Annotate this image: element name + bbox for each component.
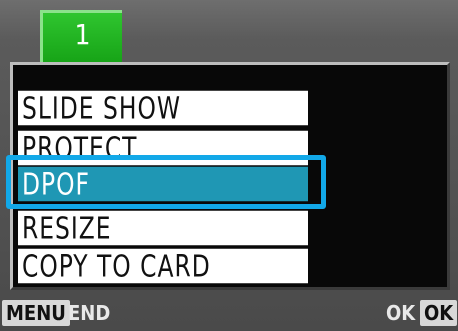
camera-menu-screen: 1 SLIDE SHOW PROTECT DPOF RESIZE COPY TO… (0, 0, 458, 331)
menu-item-slide-show[interactable]: SLIDE SHOW (18, 90, 308, 126)
menu-item-copy-to-card[interactable]: COPY TO CARD (18, 248, 308, 284)
menu-key-badge[interactable]: MENU (2, 300, 70, 326)
menu-tab-1[interactable]: 1 (40, 10, 122, 62)
menu-item-resize[interactable]: RESIZE (18, 210, 308, 246)
ok-key-badge[interactable]: OK (420, 300, 458, 326)
menu-item-label: RESIZE (22, 211, 112, 246)
selection-highlight (6, 155, 326, 209)
end-label: END (68, 301, 111, 325)
menu-item-label: SLIDE SHOW (22, 91, 181, 126)
menu-item-label: COPY TO CARD (22, 249, 211, 284)
button-guide-bar: MENU END OK OK (0, 292, 458, 331)
tab-number: 1 (74, 18, 91, 51)
ok-label: OK (386, 301, 416, 325)
